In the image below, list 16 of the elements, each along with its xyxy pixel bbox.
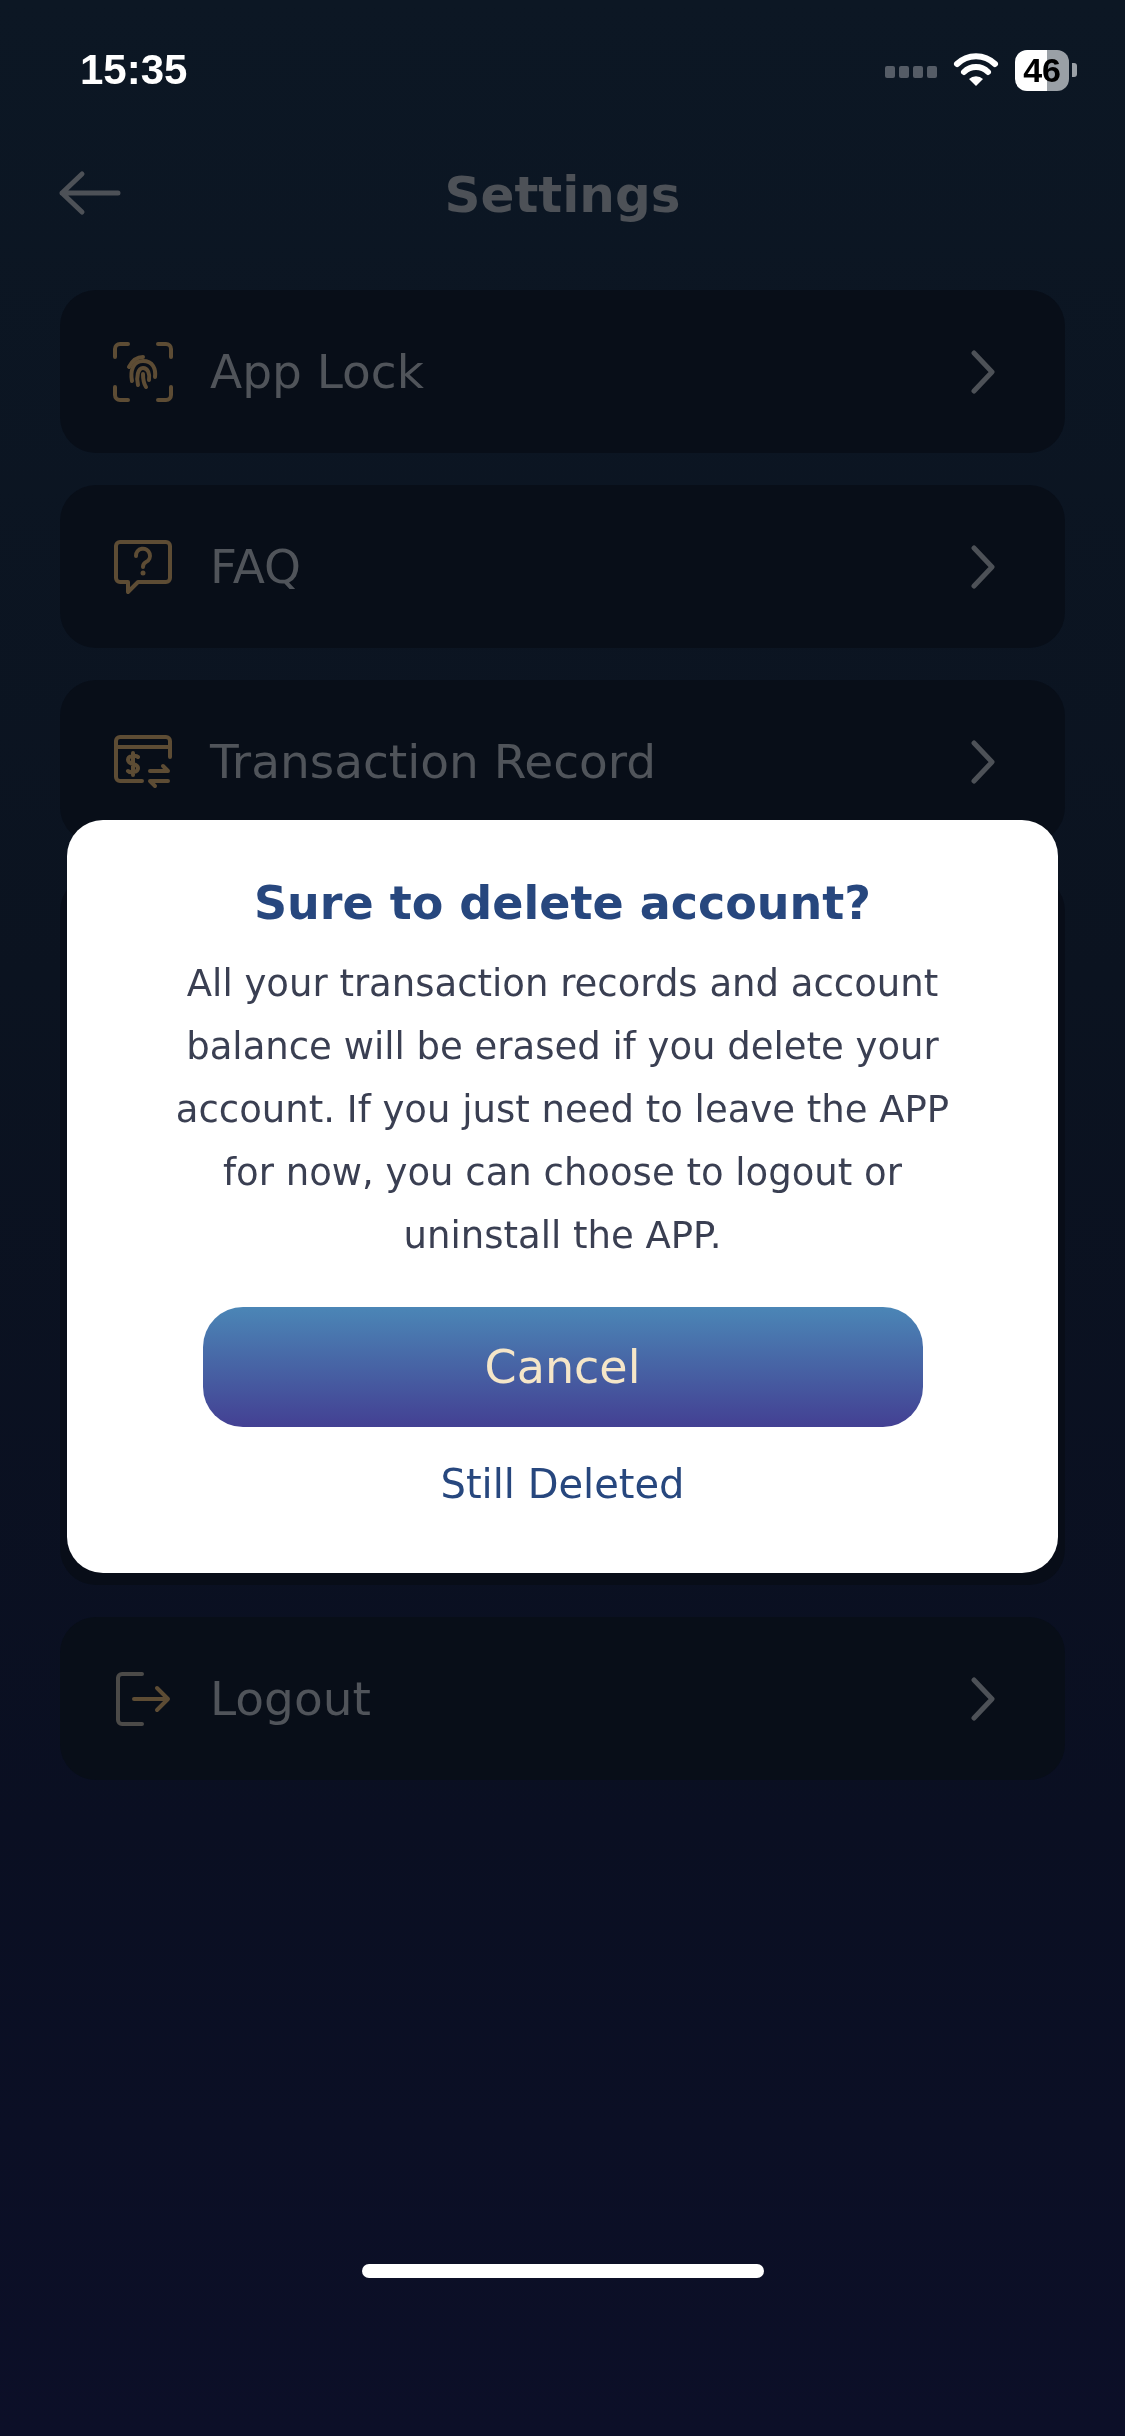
chevron-right-icon — [971, 544, 995, 589]
chevron-right-icon — [971, 349, 995, 394]
dialog-message: All your transaction records and account balance will be erased if you delete your account. If you just need to leave the APP for now, you can choose to logout or uninstall the APP. — [174, 961, 951, 1259]
wifi-icon — [953, 52, 1000, 88]
settings-row[interactable]: App Lock — [60, 290, 1065, 453]
still-deleted-link[interactable]: Still Deleted — [440, 1461, 685, 1507]
cancel-button[interactable]: Cancel — [202, 1307, 923, 1427]
screen-title: Settings — [444, 166, 681, 224]
chevron-right-icon — [971, 739, 995, 784]
clock-time: 15:35 — [80, 46, 188, 94]
settings-row[interactable]: Logout — [60, 1617, 1065, 1780]
back-icon[interactable] — [58, 170, 122, 216]
chevron-right-icon — [971, 1676, 995, 1721]
settings-row[interactable]: FAQ — [60, 485, 1065, 648]
fingerprint-icon — [112, 340, 174, 403]
dialog-title: Sure to delete account? — [254, 876, 871, 930]
